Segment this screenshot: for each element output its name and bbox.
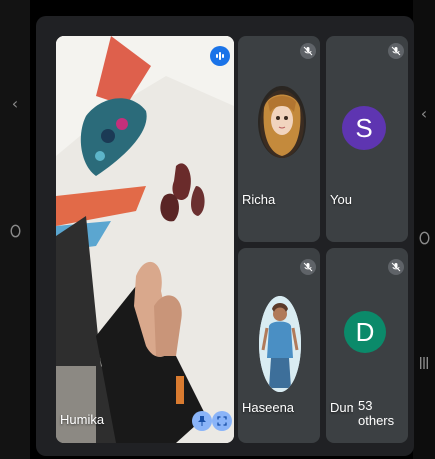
mic-off-icon: [388, 43, 404, 59]
back-icon[interactable]: ‹: [413, 104, 435, 123]
participant-tile-haseena[interactable]: Haseena: [238, 248, 320, 443]
mic-off-icon: [300, 259, 316, 275]
avatar-letter: S: [342, 106, 386, 150]
recents-icon[interactable]: [413, 355, 435, 374]
participant-name: Richa: [242, 192, 276, 207]
home-icon[interactable]: [0, 224, 30, 242]
avatar-letter: D: [344, 311, 386, 353]
pin-icon[interactable]: [192, 411, 212, 431]
back-icon[interactable]: ‹: [0, 94, 30, 113]
right-nav-bar: ‹: [413, 0, 435, 459]
participant-tile-you[interactable]: S You: [326, 36, 408, 242]
left-nav-bar: ‹: [0, 0, 30, 459]
avatar-photo: [258, 86, 306, 158]
main-participant-name: Humika: [60, 412, 105, 427]
participant-name: You: [330, 192, 352, 207]
participant-name: Haseena: [242, 400, 295, 415]
home-icon[interactable]: [413, 230, 435, 249]
participant-tile-dum[interactable]: D Dum 53 others: [326, 248, 408, 443]
mic-off-icon: [388, 259, 404, 275]
mic-off-icon: [300, 43, 316, 59]
video-frame: [56, 36, 234, 443]
participant-tile-richa[interactable]: Richa: [238, 36, 320, 242]
audio-active-icon: [210, 46, 230, 66]
avatar-photo: [259, 296, 301, 392]
others-count-badge[interactable]: 53 others: [353, 395, 408, 431]
expand-icon[interactable]: [212, 411, 232, 431]
main-video-tile[interactable]: Humika: [56, 36, 234, 443]
meeting-window: Humika Richa S You Haseena D Dum 53 othe…: [36, 16, 414, 456]
